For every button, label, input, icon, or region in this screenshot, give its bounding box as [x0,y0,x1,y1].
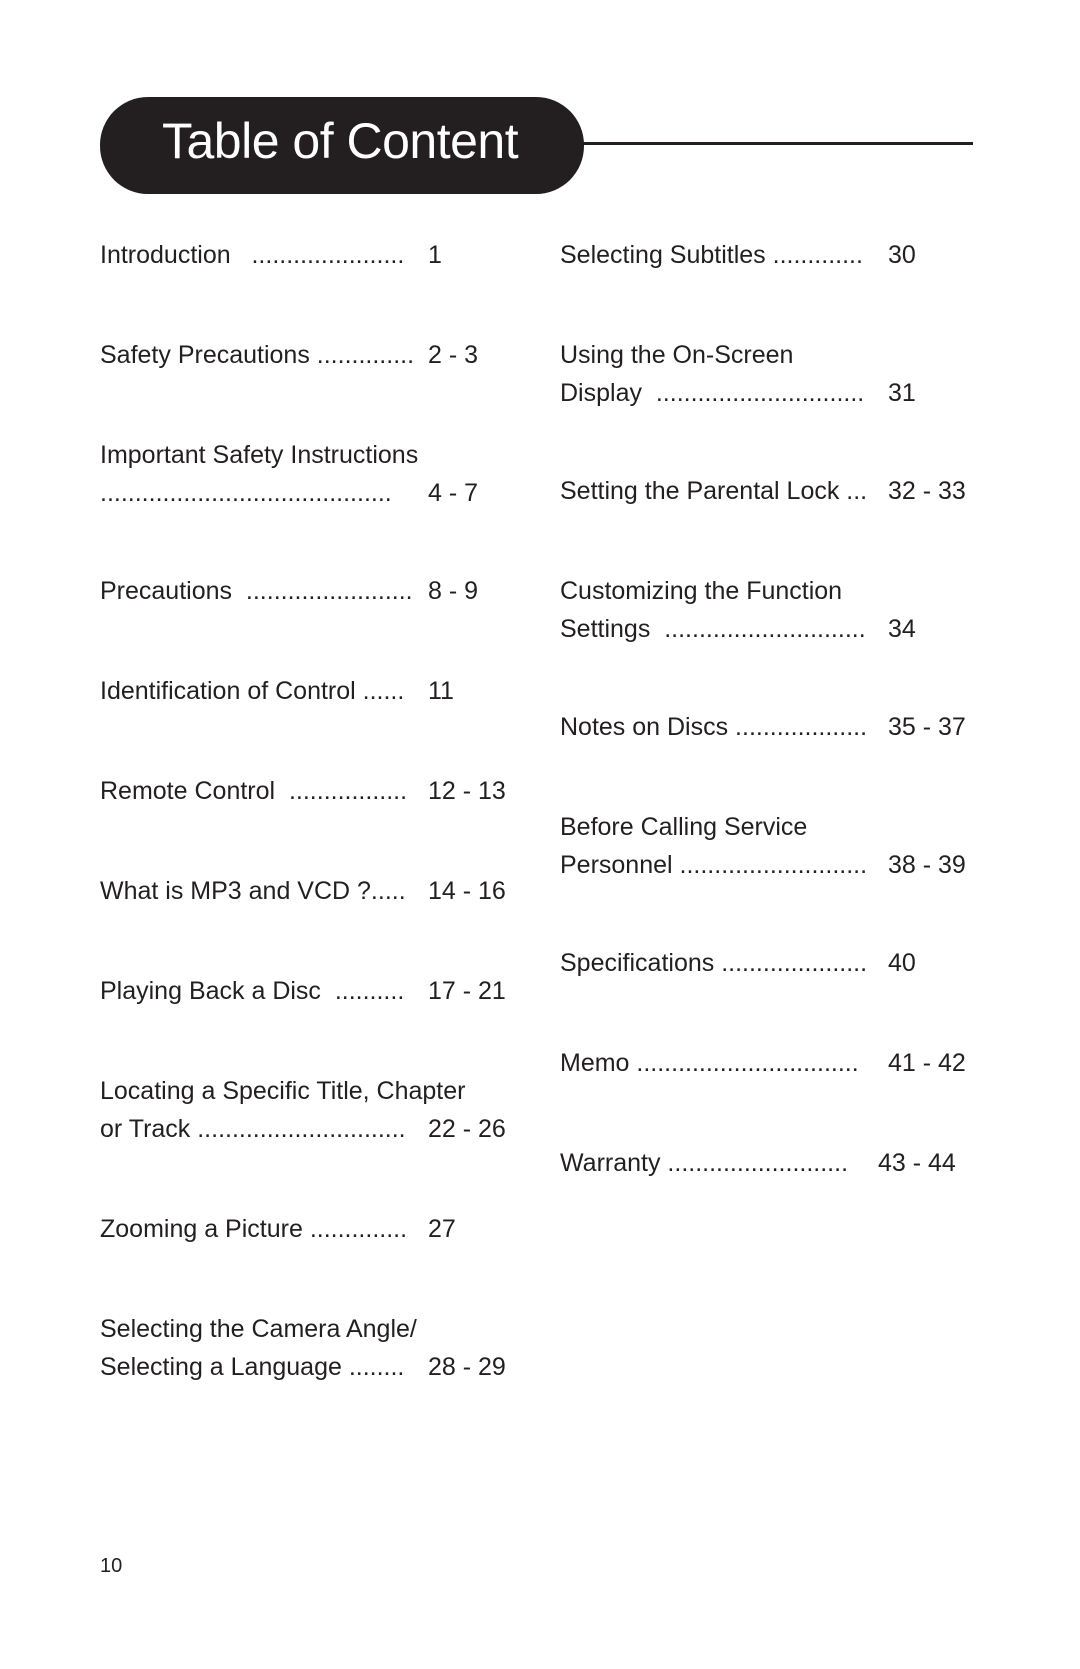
toc-entry-page: 41 - 42 [888,1049,966,1077]
toc-entry[interactable]: Before Calling Service Personnel ........… [560,808,966,884]
toc-entry-title: What is MP3 and VCD ?..... [100,877,406,905]
toc-entry[interactable]: Warranty .......................... 43 - … [560,1144,956,1182]
toc-entry-title: Settings ............................. [560,615,866,643]
toc-entry-title: Selecting Subtitles ............. [560,241,863,269]
toc-entry[interactable]: Playing Back a Disc .......... 17 - 21 [100,972,506,1010]
toc-entry-title: Warranty .......................... [560,1149,849,1177]
toc-entry-title: Playing Back a Disc .......... [100,977,405,1005]
toc-entry[interactable]: Notes on Discs ................... 35 - 3… [560,708,966,746]
toc-entry-title: Introduction ...................... [100,241,405,269]
toc-entry-page: 43 - 44 [878,1149,956,1177]
title-banner: Table of Content [100,97,584,194]
toc-entry-page: 35 - 37 [888,713,966,741]
page-title: Table of Content [162,113,519,169]
toc-entry-page: 11 [428,677,454,705]
toc-entry-title: Using the On-Screen [560,341,794,369]
toc-entry[interactable]: Precautions ........................ 8 - … [100,572,478,610]
toc-entry-page: 28 - 29 [428,1353,506,1381]
toc-entry-title: Zooming a Picture .............. [100,1215,408,1243]
toc-entry[interactable]: Setting the Parental Lock ... 32 - 33 [560,472,966,510]
toc-entry[interactable]: Zooming a Picture .............. 27 [100,1210,456,1248]
toc-entry-title: Locating a Specific Title, Chapter [100,1077,466,1105]
toc-entry[interactable]: Important Safety Instructions...........… [100,436,478,512]
toc-entry-title: Selecting a Language ........ [100,1353,405,1381]
toc-entry-title: Display .............................. [560,379,865,407]
toc-entry[interactable]: Customizing the Function Settings .......… [560,572,916,648]
toc-entry-page: 1 [428,241,442,269]
toc-entry-page: 4 - 7 [428,479,479,507]
toc-entry[interactable]: Identification of Control ...... 11 [100,672,454,710]
toc-entry-title: Identification of Control ...... [100,677,405,705]
toc-entry[interactable]: Specifications ..................... 40 [560,944,916,982]
toc-entry[interactable]: Selecting Subtitles ............. 30 [560,236,916,274]
toc-entry[interactable]: Remote Control ................. 12 - 13 [100,772,506,810]
toc-entry[interactable]: Selecting the Camera Angle/Selecting a L… [100,1310,506,1386]
toc-entry-page: 31 [888,379,916,407]
toc-entry[interactable]: Memo ................................ 41 … [560,1044,966,1082]
toc-entry-title: Notes on Discs ................... [560,713,868,741]
toc-entry-page: 8 - 9 [428,577,479,605]
toc-entry-title: ........................................… [100,479,392,507]
toc-entry-title: Selecting the Camera Angle/ [100,1315,417,1343]
toc-entry-title: Customizing the Function [560,577,843,605]
toc-entry-page: 12 - 13 [428,777,506,805]
title-rule-divider [582,142,973,145]
toc-entry-page: 30 [888,241,916,269]
toc-entry-page: 17 - 21 [428,977,506,1005]
toc-entry-title: Memo ................................ [560,1049,859,1077]
page-number: 10 [100,1555,123,1577]
toc-entry[interactable]: Locating a Specific Title, Chapter or Tra… [100,1072,506,1148]
toc-entry-title: Personnel ........................... [560,851,868,879]
toc-entry[interactable]: Safety Precautions .............. 2 - 3 [100,336,478,374]
toc-entry-page: 22 - 26 [428,1115,506,1143]
toc-entry-title: Before Calling Service [560,813,808,841]
toc-entry-title: Precautions ........................ [100,577,413,605]
toc-entry-page: 14 - 16 [428,877,506,905]
toc-entry-title: Specifications ..................... [560,949,868,977]
toc-entry-title: Safety Precautions .............. [100,341,415,369]
toc-entry-page: 2 - 3 [428,341,479,369]
toc-entry[interactable]: What is MP3 and VCD ?..... 14 - 16 [100,872,506,910]
toc-entry-page: 27 [428,1215,456,1243]
toc-entry-title: Setting the Parental Lock ... [560,477,868,505]
toc-entry-page: 40 [888,949,916,977]
toc-entry-title: or Track .............................. [100,1115,406,1143]
toc-entry-page: 32 - 33 [888,477,966,505]
toc-entry-page: 34 [888,615,916,643]
toc-entry-page: 38 - 39 [888,851,966,879]
toc-entry-title: Important Safety Instructions [100,441,419,469]
toc-entry[interactable]: Using the On-Screen Display .............… [560,336,916,412]
toc-entry[interactable]: Introduction ...................... 1 [100,236,442,274]
toc-entry-title: Remote Control ................. [100,777,408,805]
